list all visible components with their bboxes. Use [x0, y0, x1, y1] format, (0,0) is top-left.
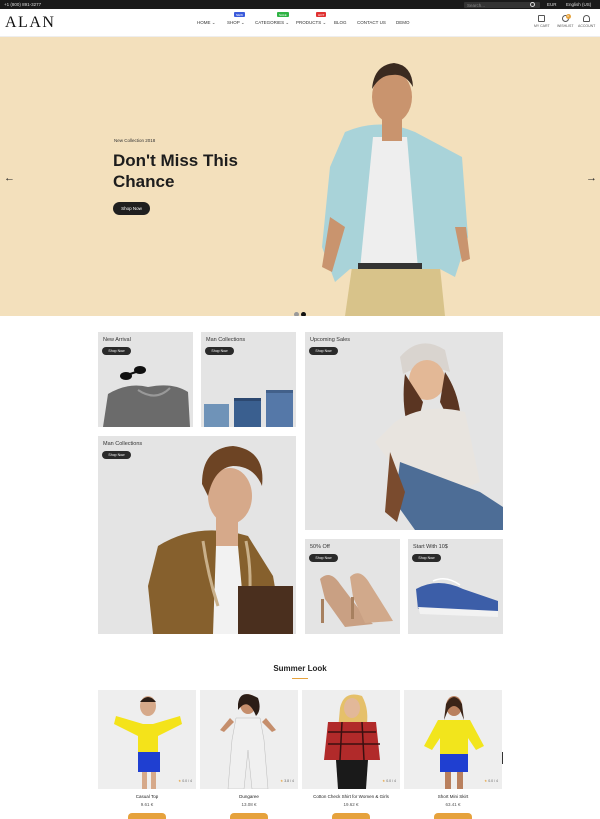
language-select[interactable]: English (US): [566, 2, 591, 7]
hot-badge: HOT: [316, 12, 327, 17]
hero-slider: ← → New Collection 2018 Don't Miss This …: [0, 37, 600, 316]
collection-tile-man-2[interactable]: Man Collections Shop Now: [98, 436, 296, 634]
shop-now-button[interactable]: Shop Now: [205, 347, 234, 355]
collection-tile-50-off[interactable]: 50% Off Shop Now: [305, 539, 400, 634]
product-card[interactable]: ★ 3.8 / 4 Dungaree 13.08 €: [200, 690, 298, 819]
nav-products[interactable]: PRODUCTS ⌄ HOT: [296, 12, 327, 26]
rating: ★ 0.0 / 4: [178, 779, 192, 783]
cart-icon: [538, 15, 546, 22]
product-price: 63.41 €: [445, 802, 461, 807]
nav-contact[interactable]: CONTACT US: [357, 20, 386, 25]
site-header: ALAN HOME ⌄ SHOP ⌄ NEW CATEGORIES ⌄ SALE…: [0, 9, 600, 37]
new-badge: NEW: [234, 12, 245, 17]
product-image[interactable]: [98, 690, 196, 789]
collection-tile-upcoming-sales[interactable]: Upcoming Sales Shop Now: [305, 332, 503, 530]
model-check-shirt-image: [324, 694, 380, 789]
collection-label: New Arrival: [103, 337, 131, 343]
hero-dot[interactable]: [294, 312, 299, 316]
wishlist-count: 0: [565, 14, 571, 19]
rating: ★ 0.0 / 4: [382, 779, 396, 783]
collection-label: Man Collections: [103, 441, 143, 447]
collection-tile-new-arrival[interactable]: New Arrival Shop Now: [98, 332, 193, 427]
nav-demo[interactable]: DEMO: [396, 20, 410, 25]
account-link[interactable]: ACCOUNT: [578, 15, 595, 28]
product-name[interactable]: Dungaree: [200, 794, 298, 799]
hero-pagination: [294, 304, 308, 316]
product-image[interactable]: [404, 690, 502, 789]
wishlist-link[interactable]: 0 WISHLIST: [557, 14, 574, 28]
nav-home[interactable]: HOME ⌄: [197, 20, 216, 26]
product-card[interactable]: ★ 0.0 / 4 Short Mini Skirt 63.41 €: [404, 690, 502, 819]
user-icon: [583, 15, 591, 22]
hero-model-image: [322, 63, 470, 316]
product-price: 19.62 €: [343, 802, 359, 807]
model-yellow-top-image: [114, 696, 182, 789]
shop-now-button[interactable]: Shop Now: [309, 347, 338, 355]
nav-shop[interactable]: SHOP ⌄ NEW: [227, 12, 245, 26]
nav-blog[interactable]: BLOG: [334, 20, 347, 25]
top-bar: +1 (800) 891-3277 Search... EUR English …: [0, 0, 600, 9]
nav-categories[interactable]: CATEGORIES ⌄ SALE: [255, 12, 289, 26]
product-price: 9.61 €: [140, 802, 154, 807]
shop-now-button[interactable]: Shop Now: [102, 347, 131, 355]
phone-number: +1 (800) 891-3277: [4, 2, 42, 7]
collection-label: 50% Off: [310, 544, 330, 550]
product-name[interactable]: Cotton Check Shirt for Women & Girls: [302, 794, 400, 799]
collection-label: Upcoming Sales: [310, 337, 351, 343]
hero-dot-active[interactable]: [301, 312, 306, 316]
sale-badge: SALE: [277, 12, 289, 17]
model-mini-skirt-image: [424, 696, 484, 789]
currency-select[interactable]: EUR: [547, 2, 557, 7]
man-curly-hair-image: [148, 446, 293, 634]
add-to-cart-button[interactable]: [332, 813, 370, 819]
product-image[interactable]: [200, 690, 298, 789]
product-price: 13.08 €: [241, 802, 257, 807]
rating: ★ 3.8 / 4: [280, 779, 294, 783]
shop-now-button[interactable]: Shop Now: [102, 451, 131, 459]
product-name[interactable]: Short Mini Skirt: [404, 794, 502, 799]
section-title: Summer Look: [273, 664, 327, 673]
collection-label: Man Collections: [206, 337, 246, 343]
product-name[interactable]: Casual Top: [98, 794, 196, 799]
model-dungaree-image: [220, 694, 276, 789]
add-to-cart-button[interactable]: [230, 813, 268, 819]
woman-beanie-image: [375, 343, 503, 530]
shop-now-button[interactable]: Shop Now: [412, 554, 441, 562]
product-card[interactable]: ★ 0.0 / 4 Casual Top 9.61 €: [98, 690, 196, 819]
collection-label: Start With 10$: [413, 544, 448, 550]
search-icon[interactable]: [530, 1, 535, 7]
product-card[interactable]: ★ 0.0 / 4 Cotton Check Shirt for Women &…: [302, 690, 400, 819]
shop-now-button[interactable]: Shop Now: [309, 554, 338, 562]
logo[interactable]: ALAN: [5, 14, 55, 32]
add-to-cart-button[interactable]: [434, 813, 472, 819]
collection-tile-start-10[interactable]: Start With 10$ Shop Now: [408, 539, 503, 634]
add-to-cart-button[interactable]: [128, 813, 166, 819]
section-underline: [292, 678, 308, 679]
cart-link[interactable]: MY CART: [534, 15, 550, 28]
search-input[interactable]: Search...: [464, 1, 540, 8]
rating: ★ 0.0 / 4: [484, 779, 498, 783]
collection-tile-man[interactable]: Man Collections Shop Now: [201, 332, 296, 427]
product-image[interactable]: [302, 690, 400, 789]
search-placeholder: Search...: [467, 2, 486, 8]
